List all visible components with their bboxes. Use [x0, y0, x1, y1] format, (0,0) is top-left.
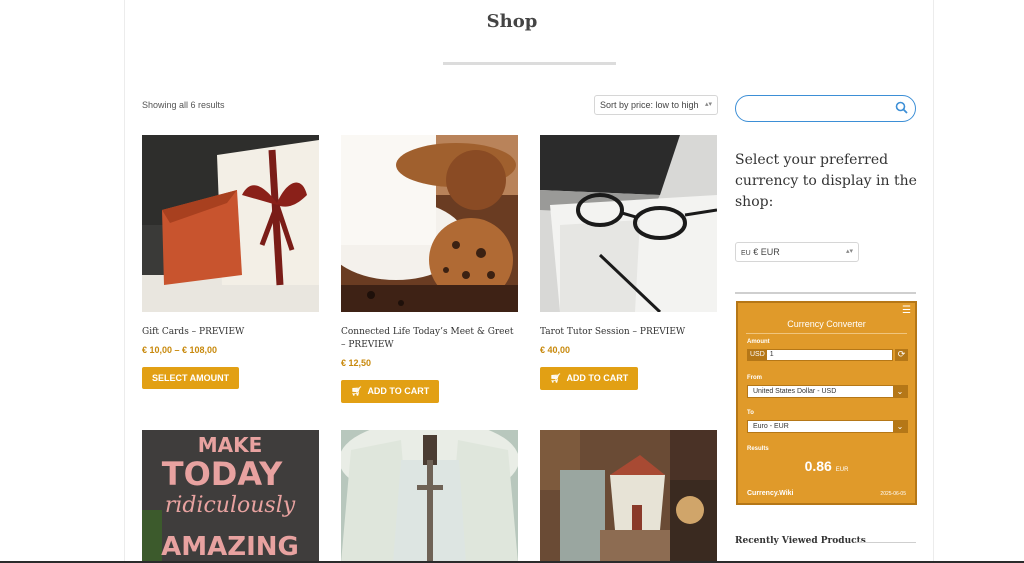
product-image[interactable]	[142, 135, 319, 312]
cart-icon: 🛒︎	[351, 386, 363, 396]
product-price: € 10,00 – € 108,00	[142, 345, 218, 355]
to-currency-select[interactable]: Euro - EUR ⌄	[747, 420, 908, 433]
product-price: € 12,50	[341, 358, 372, 368]
select-arrows-icon: ▴▾	[845, 248, 853, 255]
select-arrows-icon: ▴▾	[704, 101, 712, 108]
product-card: Gift Cards – PREVIEW € 10,00 – € 108,00 …	[142, 135, 319, 389]
search-input[interactable]	[735, 95, 916, 122]
select-amount-button[interactable]: SELECT AMOUNT	[142, 367, 240, 389]
chevron-down-icon: ⌄	[893, 386, 907, 397]
currency-flag: EU	[741, 250, 751, 257]
product-card: Tarot Tutor Session – PREVIEW € 40,00 🛒︎…	[540, 135, 717, 390]
page-title: Shop	[486, 11, 538, 32]
refresh-icon[interactable]: ⟳	[895, 349, 908, 361]
sort-select-label: Sort by price: low to high	[600, 100, 699, 110]
amount-label: Amount	[747, 339, 770, 345]
currency-select[interactable]: EU € EUR ▴▾	[735, 242, 859, 262]
cart-icon: 🛒︎	[550, 373, 562, 383]
product-image[interactable]	[540, 135, 717, 312]
add-to-cart-button[interactable]: 🛒︎ ADD TO CART	[341, 380, 440, 403]
to-label: To	[747, 410, 754, 416]
artwork-text: AMAZING	[161, 532, 299, 562]
search-icon[interactable]	[895, 101, 908, 119]
converter-divider	[746, 333, 907, 334]
conversion-result: 0.86 EUR	[804, 458, 849, 474]
amount-input[interactable]: USD 1	[747, 349, 893, 361]
product-image[interactable]	[341, 430, 518, 563]
artwork-text: TODAY	[162, 455, 283, 493]
converter-title: Currency Converter	[787, 319, 866, 329]
converter-date: 2025-06-05	[880, 491, 906, 497]
add-to-cart-button[interactable]: 🛒︎ ADD TO CART	[540, 367, 639, 390]
currency-converter-widget: ☰ Currency Converter Amount USD 1 ⟳ From …	[736, 301, 917, 505]
product-name[interactable]: Gift Cards – PREVIEW	[142, 326, 319, 339]
currency-select-value: € EUR	[753, 247, 780, 257]
sort-select[interactable]: Sort by price: low to high ▴▾	[594, 95, 718, 115]
amount-currency: USD	[748, 350, 767, 360]
chevron-down-icon: ⌄	[893, 421, 907, 432]
sidebar-divider	[735, 292, 916, 294]
converter-brand-link[interactable]: Currency.Wiki	[747, 490, 794, 497]
amount-value: 1	[769, 351, 774, 358]
artwork-text: MAKE	[198, 433, 263, 457]
product-card: Connected Life Today’s Meet & Greet – PR…	[341, 135, 518, 403]
product-image[interactable]: MAKE TODAY ridiculously AMAZING	[142, 430, 319, 563]
result-count: Showing all 6 results	[142, 100, 225, 110]
currency-widget-title: Select your preferred currency to displa…	[735, 152, 917, 210]
product-image[interactable]	[341, 135, 518, 312]
artwork-text: ridiculously	[165, 493, 296, 518]
from-currency-select[interactable]: United States Dollar - USD ⌄	[747, 385, 908, 398]
product-name[interactable]: Connected Life Today’s Meet & Greet – PR…	[341, 326, 518, 352]
recently-viewed-title: Recently Viewed Products	[735, 536, 866, 546]
product-image[interactable]	[540, 430, 717, 563]
product-price: € 40,00	[540, 345, 571, 355]
list-icon[interactable]: ☰	[902, 305, 911, 316]
results-label: Results	[747, 446, 769, 452]
title-divider	[443, 62, 616, 65]
recently-viewed-divider	[856, 542, 916, 543]
product-name[interactable]: Tarot Tutor Session – PREVIEW	[540, 326, 717, 339]
from-label: From	[747, 375, 762, 381]
